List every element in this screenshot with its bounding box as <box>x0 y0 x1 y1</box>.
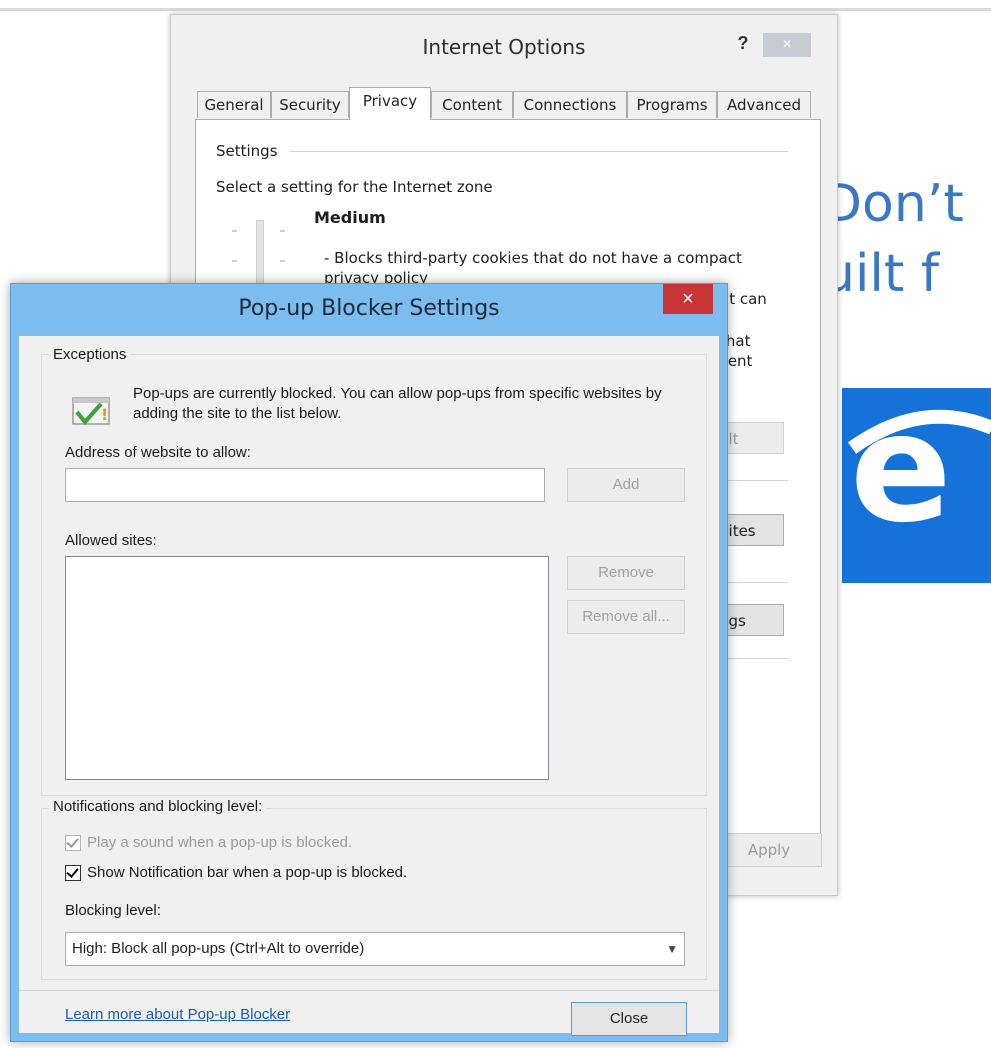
close-button[interactable]: Close <box>571 1002 687 1036</box>
play-sound-label: Play a sound when a pop-up is blocked. <box>87 834 353 851</box>
checkbox-checked-icon <box>65 835 81 852</box>
warning-check-icon: ! <box>71 394 113 430</box>
blocking-level-value: High: Block all pop-ups (Ctrl+Alt to ove… <box>72 940 365 957</box>
show-notification-checkbox[interactable]: Show Notification bar when a pop-up is b… <box>65 864 408 882</box>
svg-text:!: ! <box>101 405 108 424</box>
promo-tile: e <box>842 388 991 583</box>
tab-security[interactable]: Security <box>271 91 349 118</box>
tab-connections[interactable]: Connections <box>513 91 627 118</box>
internet-explorer-logo-icon: e <box>847 388 991 556</box>
blocking-level-select[interactable]: High: Block all pop-ups (Ctrl+Alt to ove… <box>65 932 685 966</box>
footer-divider <box>19 990 719 991</box>
internet-options-titlebar[interactable]: Internet Options ? × <box>171 15 837 81</box>
tab-programs[interactable]: Programs <box>627 91 717 118</box>
slider-tick <box>280 260 285 262</box>
show-notification-label: Show Notification bar when a pop-up is b… <box>87 864 408 881</box>
dialog-title: Pop-up Blocker Settings <box>238 296 500 321</box>
popup-blocker-dialog: Pop-up Blocker Settings × Exceptions ! P… <box>10 283 728 1042</box>
promo-headline-line1: Don’t <box>822 174 964 234</box>
exceptions-description: Pop-ups are currently blocked. You can a… <box>133 385 662 422</box>
slider-tick <box>232 230 237 232</box>
popup-blocker-titlebar[interactable]: Pop-up Blocker Settings × <box>11 284 727 336</box>
help-icon[interactable]: ? <box>731 33 755 54</box>
top-divider <box>0 8 991 11</box>
tab-privacy[interactable]: Privacy <box>349 87 431 120</box>
dialog-body: Exceptions ! Pop-ups are currently block… <box>19 336 719 1036</box>
privacy-level-description: - Blocks third-party cookies that do not… <box>324 249 742 287</box>
blocking-level-label: Blocking level: <box>65 902 161 919</box>
website-address-input[interactable] <box>65 468 545 502</box>
chevron-down-icon: ▼ <box>666 942 678 956</box>
allowed-sites-label: Allowed sites: <box>65 532 157 549</box>
close-icon[interactable]: × <box>763 33 811 57</box>
zone-instruction: Select a setting for the Internet zone <box>216 178 493 196</box>
slider-tick <box>280 230 285 232</box>
apply-button[interactable]: Apply <box>716 833 822 867</box>
tab-content[interactable]: Content <box>431 91 513 118</box>
promo-headline-line2: uilt f <box>822 244 940 304</box>
slider-tick <box>232 260 237 262</box>
play-sound-checkbox[interactable]: Play a sound when a pop-up is blocked. <box>65 834 353 852</box>
notifications-label: Notifications and blocking level: <box>49 798 267 815</box>
settings-group-label: Settings <box>216 142 278 160</box>
remove-all-button[interactable]: Remove all... <box>567 600 685 634</box>
privacy-level-name: Medium <box>314 208 386 227</box>
close-icon[interactable]: × <box>663 284 713 314</box>
add-button[interactable]: Add <box>567 468 685 502</box>
tab-general[interactable]: General <box>197 91 271 118</box>
settings-divider <box>290 151 788 152</box>
address-label: Address of website to allow: <box>65 444 251 461</box>
checkbox-checked-icon <box>65 865 81 882</box>
tab-advanced[interactable]: Advanced <box>717 91 811 118</box>
remove-button[interactable]: Remove <box>567 556 685 590</box>
allowed-sites-list[interactable] <box>65 556 549 780</box>
exceptions-label: Exceptions <box>49 346 131 363</box>
learn-more-link[interactable]: Learn more about Pop-up Blocker <box>65 1006 290 1023</box>
